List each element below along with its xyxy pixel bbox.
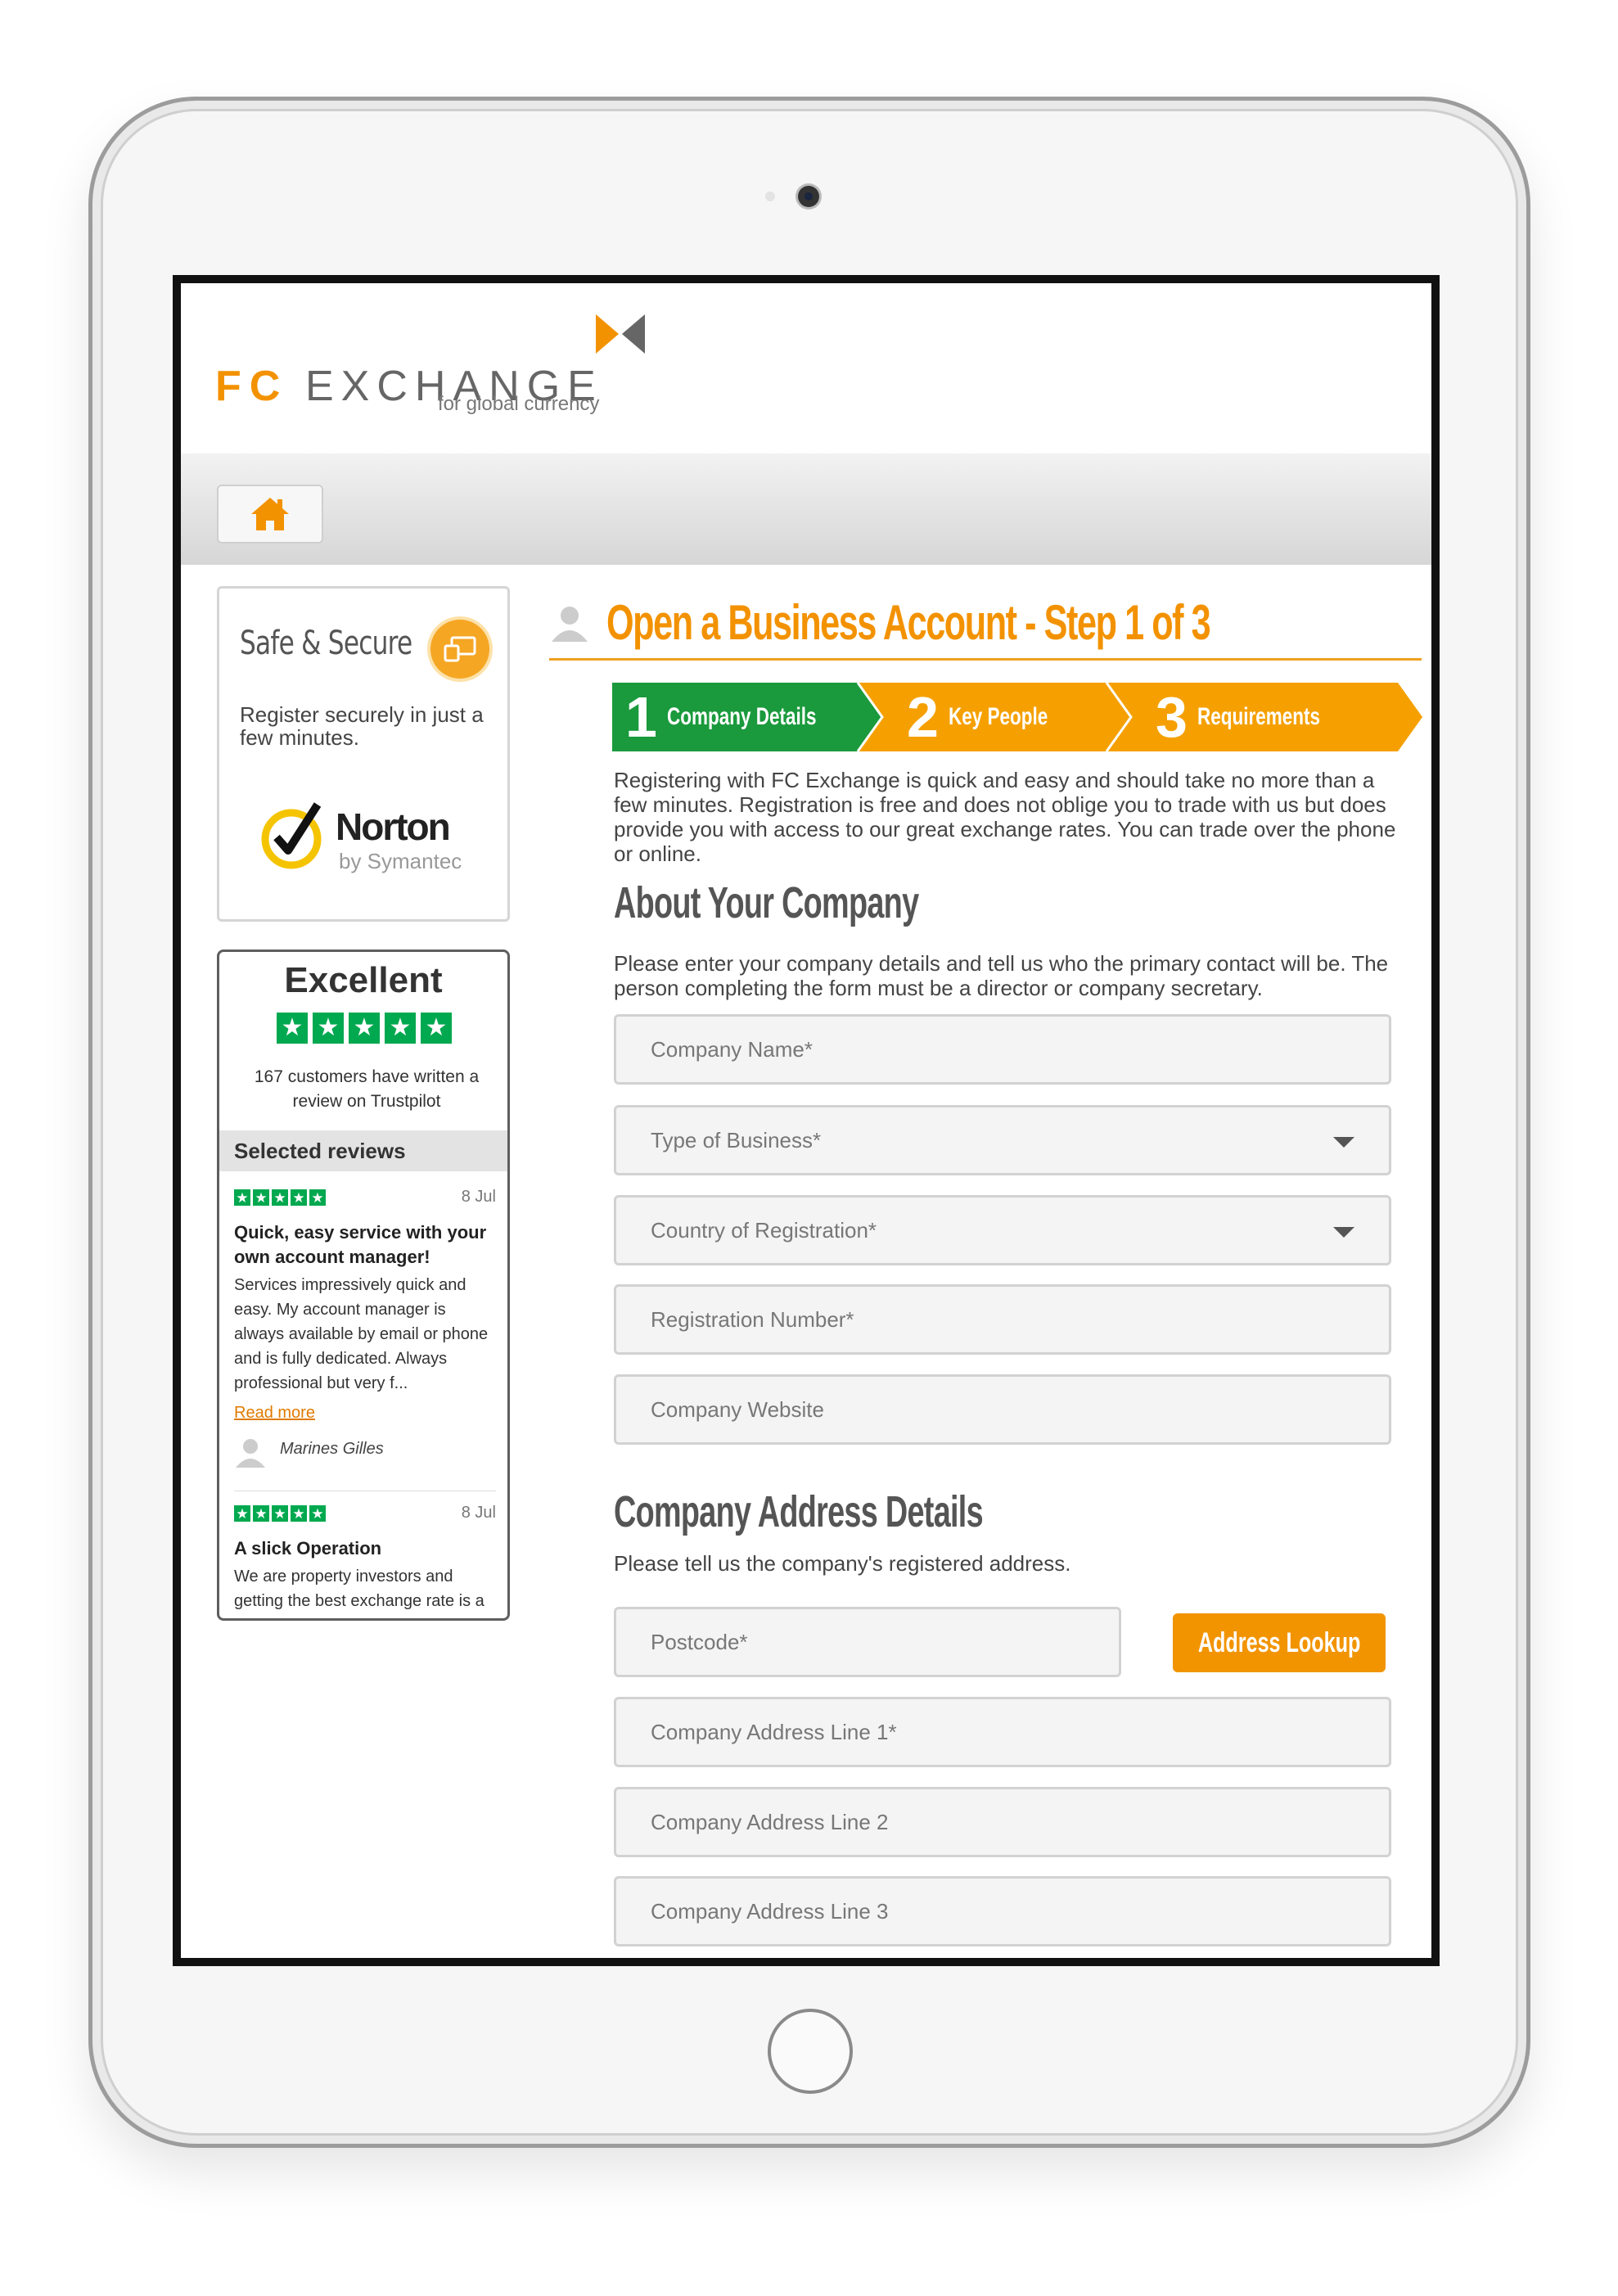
reviewer-avatar-icon [236, 1439, 265, 1468]
star-icon: ★ [291, 1189, 307, 1206]
trust-count-text[interactable]: 167 customers have written a review on T… [236, 1065, 498, 1114]
safe-secure-text: Register securely in just a few minutes. [240, 702, 484, 750]
address-lookup-label: Address Lookup [1197, 1626, 1361, 1658]
logo-bowtie-icon [596, 314, 645, 354]
star-icon: ★ [421, 1013, 452, 1044]
postcode-input[interactable] [651, 1609, 1084, 1675]
address-line1-input[interactable] [651, 1699, 1354, 1765]
read-more-link[interactable]: Read more [234, 1404, 315, 1423]
step-requirements[interactable]: 3 Requirements [1156, 683, 1361, 751]
address-details-text: Please tell us the company's registered … [614, 1551, 1071, 1576]
address-details-title: Company Address Details [614, 1487, 984, 1536]
site-header: FC EXCHANGE for global currency [181, 283, 1431, 454]
about-company-title: About Your Company [614, 878, 919, 927]
company-website-field[interactable] [614, 1374, 1391, 1445]
norton-sub: by Symantec [339, 849, 462, 873]
devices-icon [430, 620, 489, 679]
browser-viewport: FC EXCHANGE for global currency Safe & S… [173, 275, 1440, 1966]
intro-text: Registering with FC Exchange is quick an… [614, 768, 1396, 866]
star-icon: ★ [234, 1505, 250, 1522]
progress-steps: 1 Company Details 2 Key People 3 Require… [612, 683, 1431, 751]
review-body: We are property investors and getting th… [234, 1568, 484, 1618]
type-of-business-select[interactable]: Type of Business* [614, 1105, 1391, 1175]
norton-name: Norton [336, 805, 451, 848]
registration-number-field[interactable] [614, 1284, 1391, 1355]
review-date: 8 Jul [461, 1188, 496, 1206]
step-number: 2 [907, 685, 939, 749]
address-line3-field[interactable] [614, 1876, 1391, 1946]
home-hardware-button[interactable] [768, 2009, 853, 2094]
review-title: A slick Operation [234, 1538, 382, 1558]
selected-reviews-header: Selected reviews [219, 1130, 507, 1171]
review-author: Marines Gilles [280, 1440, 384, 1458]
company-name-field[interactable] [614, 1014, 1391, 1085]
star-icon: ★ [309, 1189, 326, 1206]
company-name-input[interactable] [651, 1017, 1354, 1082]
star-icon: ★ [349, 1013, 380, 1044]
light-sensor [765, 192, 775, 201]
about-company-text: Please enter your company details and te… [614, 951, 1389, 1000]
type-of-business-value: Type of Business* [651, 1127, 822, 1153]
logo-fc[interactable]: FC [215, 362, 288, 411]
registration-number-input[interactable] [651, 1287, 1354, 1352]
trust-rating-title: Excellent [284, 960, 443, 1000]
safe-secure-title: Safe & Secure [240, 625, 412, 662]
star-icon: ★ [253, 1189, 269, 1206]
page-title: Open a Business Account - Step 1 of 3 [606, 595, 1211, 650]
star-icon: ★ [313, 1013, 344, 1044]
review-body: Services impressively quick and easy. My… [234, 1276, 489, 1392]
user-icon [552, 607, 588, 642]
home-tab[interactable] [217, 485, 323, 544]
logo-tagline: for global currency [438, 393, 600, 415]
postcode-field[interactable] [614, 1607, 1121, 1677]
star-icon: ★ [272, 1505, 288, 1522]
step-number: 1 [625, 685, 657, 749]
star-icon: ★ [309, 1505, 326, 1522]
front-camera [798, 186, 819, 207]
step-key-people[interactable]: 2 Key People [907, 683, 1081, 751]
norton-check-icon [261, 802, 322, 869]
nav-bar [181, 453, 1431, 565]
company-website-input[interactable] [651, 1377, 1354, 1442]
star-icon: ★ [272, 1189, 288, 1206]
country-of-registration-value: Country of Registration* [651, 1217, 877, 1243]
review-title: Quick, easy service with your own accoun… [234, 1222, 487, 1267]
star-icon: ★ [277, 1013, 308, 1044]
chevron-down-icon [1333, 1137, 1354, 1148]
review-stars: ★ ★ ★ ★ ★ [234, 1189, 326, 1206]
address-line1-field[interactable] [614, 1697, 1391, 1767]
country-of-registration-select[interactable]: Country of Registration* [614, 1195, 1391, 1265]
address-line3-input[interactable] [651, 1879, 1354, 1944]
address-line2-input[interactable] [651, 1789, 1354, 1855]
address-lookup-button[interactable]: Address Lookup [1173, 1613, 1386, 1672]
step-number: 3 [1156, 685, 1188, 749]
safe-secure-panel: Safe & Secure Register securely in just … [217, 586, 510, 922]
star-icon: ★ [385, 1013, 416, 1044]
step-company-details[interactable]: 1 Company Details [625, 683, 866, 751]
chevron-down-icon [1333, 1227, 1354, 1238]
step-label: Requirements [1197, 703, 1320, 730]
step-label: Company Details [666, 703, 817, 730]
review-stars: ★ ★ ★ ★ ★ [234, 1505, 326, 1522]
norton-badge[interactable]: Norton by Symantec [260, 800, 489, 873]
trustpilot-widget: Excellent ★ ★ ★ ★ ★ 167 customers have w… [217, 950, 510, 1621]
page-header: Open a Business Account - Step 1 of 3 [549, 594, 1422, 661]
star-icon: ★ [253, 1505, 269, 1522]
trust-stars: ★ ★ ★ ★ ★ [277, 1013, 452, 1044]
review-date: 8 Jul [461, 1504, 496, 1522]
home-icon [251, 498, 289, 530]
step-label: Key People [948, 703, 1048, 730]
star-icon: ★ [291, 1505, 307, 1522]
star-icon: ★ [234, 1189, 250, 1206]
address-line2-field[interactable] [614, 1787, 1391, 1857]
